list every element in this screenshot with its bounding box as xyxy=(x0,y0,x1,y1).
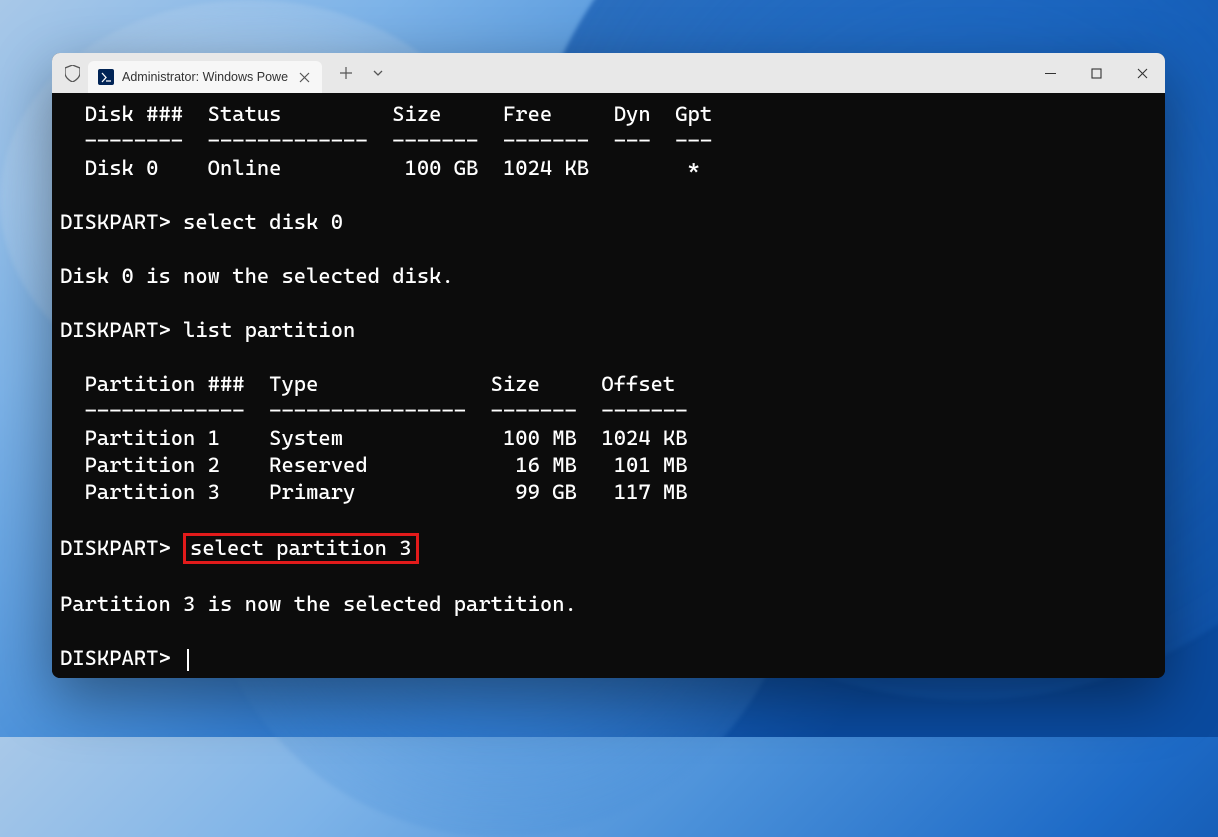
terminal-window: Administrator: Windows Powe Disk ### Sta… xyxy=(52,53,1165,678)
titlebar: Administrator: Windows Powe xyxy=(52,53,1165,93)
disk-list-divider: -------- ------------- ------- ------- -… xyxy=(60,128,1157,155)
partition-row: Partition 1 System 100 MB 1024 KB xyxy=(60,425,1157,452)
command-select-disk: select disk 0 xyxy=(183,210,343,234)
response-partition-selected: Partition 3 is now the selected partitio… xyxy=(60,592,577,616)
response-disk-selected: Disk 0 is now the selected disk. xyxy=(60,264,454,288)
new-tab-button[interactable] xyxy=(332,59,360,87)
tab-close-button[interactable] xyxy=(296,69,312,85)
tab-powershell[interactable]: Administrator: Windows Powe xyxy=(88,61,322,93)
minimize-button[interactable] xyxy=(1027,53,1073,93)
command-list-partition: list partition xyxy=(183,318,355,342)
powershell-icon xyxy=(98,69,114,85)
partition-list-divider: ------------- ---------------- ------- -… xyxy=(60,398,1157,425)
diskpart-prompt: DISKPART> xyxy=(60,646,183,670)
cursor-icon xyxy=(187,649,189,671)
close-button[interactable] xyxy=(1119,53,1165,93)
tab-dropdown-button[interactable] xyxy=(364,59,392,87)
tab-title: Administrator: Windows Powe xyxy=(122,70,288,84)
partition-row: Partition 2 Reserved 16 MB 101 MB xyxy=(60,452,1157,479)
disk-list-header: Disk ### Status Size Free Dyn Gpt xyxy=(60,101,1157,128)
command-select-partition-highlighted: select partition 3 xyxy=(183,533,418,564)
partition-list-header: Partition ### Type Size Offset xyxy=(60,371,1157,398)
maximize-button[interactable] xyxy=(1073,53,1119,93)
terminal-content[interactable]: Disk ### Status Size Free Dyn Gpt ------… xyxy=(52,93,1165,678)
disk-row: Disk 0 Online 100 GB 1024 KB * xyxy=(60,155,1157,182)
partition-row: Partition 3 Primary 99 GB 117 MB xyxy=(60,479,1157,506)
diskpart-prompt: DISKPART> xyxy=(60,210,183,234)
shield-icon xyxy=(62,65,82,82)
diskpart-prompt: DISKPART> xyxy=(60,318,183,342)
diskpart-prompt: DISKPART> xyxy=(60,536,183,560)
